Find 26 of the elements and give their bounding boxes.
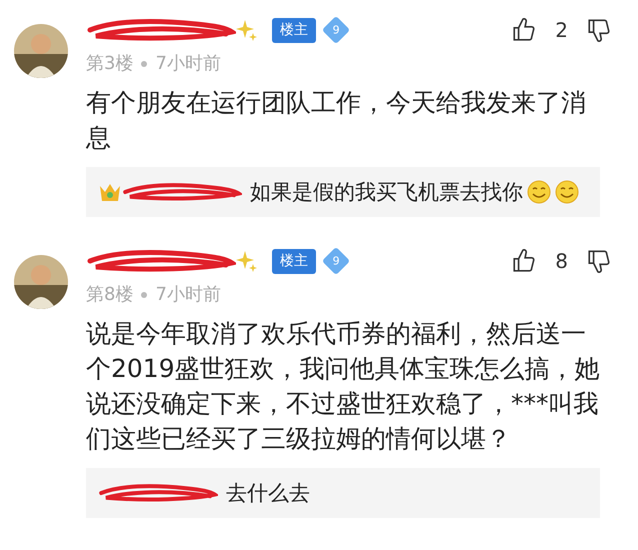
owner-badge: 楼主 [272, 248, 316, 274]
sparkle-icon [236, 249, 258, 273]
thumbs-up-icon[interactable] [511, 17, 538, 43]
floor-number: 第3楼 [86, 52, 134, 76]
like-count: 2 [555, 17, 568, 44]
level-badge: 9 [322, 246, 350, 276]
sparkle-icon [236, 18, 258, 42]
avatar[interactable] [14, 24, 68, 78]
thumbs-up-icon[interactable] [511, 248, 538, 274]
post-time: 7小时前 [155, 283, 221, 307]
comment-text: 有个朋友在运行团队工作，今天给我发来了消息 [86, 87, 587, 154]
like-count: 8 [555, 248, 568, 275]
smiley-icon [527, 180, 551, 204]
reply-text: 如果是假的我买飞机票去找你 [250, 179, 523, 206]
floor-number: 第8楼 [86, 283, 134, 307]
thumbs-down-icon[interactable] [586, 17, 612, 43]
reply-text: 去什么去 [226, 480, 310, 507]
smiley-icon [555, 180, 579, 204]
post-time: 7小时前 [155, 52, 221, 76]
dot-separator [141, 60, 148, 66]
thumbs-down-icon[interactable] [586, 248, 612, 274]
dot-separator [141, 292, 148, 298]
avatar[interactable] [14, 255, 68, 309]
level-badge: 9 [322, 16, 350, 44]
owner-badge: 楼主 [272, 18, 316, 42]
comment-text: 说是今年取消了欢乐代币券的福利，然后送一个2019盛世狂欢，我问他具体宝珠怎么搞，她说还没确定下来，不过盛世狂欢稳了，***叫我们这些已经买了三级拉姆的情何以堪？ [86, 318, 601, 455]
